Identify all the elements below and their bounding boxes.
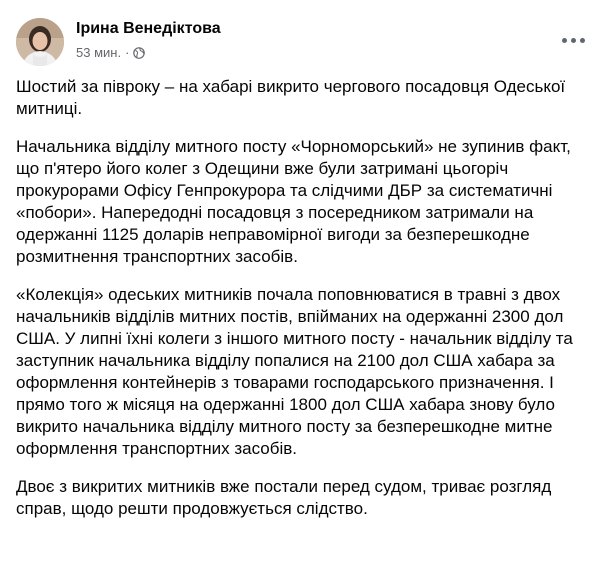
post-body: Шостий за півроку – на хабарі викрито че… bbox=[16, 76, 596, 536]
globe-icon bbox=[133, 46, 146, 59]
author-avatar[interactable] bbox=[16, 18, 64, 66]
post-header: Ірина Венедіктова 53 мин. · bbox=[16, 14, 599, 66]
post-time[interactable]: 53 мин. bbox=[76, 45, 121, 60]
post-paragraph-3: «Колекція» одеських митників почала попо… bbox=[16, 285, 573, 458]
facebook-post: Ірина Венедіктова 53 мин. · Шостий за пі… bbox=[0, 0, 611, 575]
post-paragraph-4: Двоє з викритих митників вже постали пер… bbox=[16, 477, 552, 518]
author-name[interactable]: Ірина Венедіктова bbox=[76, 20, 221, 38]
more-options-icon[interactable] bbox=[555, 28, 591, 52]
avatar-image bbox=[16, 18, 64, 66]
meta-separator: · bbox=[125, 45, 130, 60]
post-paragraph-2: Начальника відділу митного посту «Чорном… bbox=[16, 137, 571, 266]
post-meta: 53 мин. · bbox=[76, 45, 146, 60]
post-paragraph-1: Шостий за півроку – на хабарі викрито че… bbox=[16, 77, 566, 118]
